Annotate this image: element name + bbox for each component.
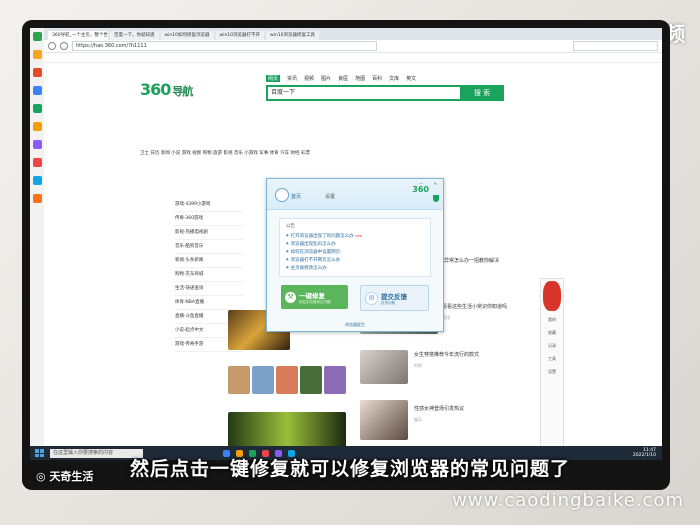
search-tab[interactable]: 英文 [406,75,416,82]
app-icon[interactable] [32,122,42,131]
float-item[interactable]: 记录 [541,339,563,352]
thumbnail-image[interactable] [300,366,322,394]
dialog-footer-link[interactable]: 浏览器医生 [267,322,443,328]
notice-title: 公告 [286,224,295,229]
tab-home[interactable]: 首页 [291,193,301,200]
refresh-icon[interactable] [60,42,68,50]
browser-tab[interactable]: win10如何修复浏览器 [160,31,214,40]
dialog-header: — ✕ 首页 设置 360 [267,179,443,210]
dialog-logo: 360 [412,185,429,194]
news-image[interactable] [360,400,408,440]
app-icon[interactable] [32,86,42,95]
float-item[interactable]: 收藏 [541,326,563,339]
browser-tab[interactable]: win10浏览器打不开 [215,31,265,40]
tab-strip: 360导航_一个主页，整个世界 百度一下，你就知道 win10如何修复浏览器 w… [44,28,662,40]
app-icon[interactable] [32,176,42,185]
browser-tab[interactable]: win10浏览器修复工具 [266,31,320,40]
watermark-bottom-right: www.caodingbaike.com [452,490,684,511]
home-icon[interactable] [275,188,289,202]
list-item[interactable]: 生活·快递查询 [175,282,243,296]
monitor: 360导航_一个主页，整个世界 百度一下，你就知道 win10如何修复浏览器 w… [22,20,670,490]
notice-item[interactable]: 如何在浏览器中设置网页 [286,248,424,256]
back-icon[interactable] [48,42,56,50]
list-item[interactable]: 影视·热播电视剧 [175,226,243,240]
news-list: 性感女神登场引发热议 娱乐 [414,406,554,431]
app-icon[interactable] [32,68,42,77]
search-input[interactable]: 百度一下 [266,85,463,101]
news-image[interactable] [360,350,408,384]
app-icon[interactable] [32,50,42,59]
thumbnail-image[interactable] [252,366,274,394]
app-icon[interactable] [32,32,42,41]
submit-feedback-button[interactable]: ✉ 提交反馈 反馈问题 [360,285,429,311]
browser-tab[interactable]: 百度一下，你就知道 [110,31,159,40]
float-tool-panel: 我的 收藏 记录 工具 设置 [540,278,564,450]
list-item[interactable]: 新闻·头条新闻 [175,254,243,268]
thumbnail-image[interactable] [276,366,298,394]
thumbnail-image[interactable] [228,366,250,394]
browser-doctor-dialog: — ✕ 首页 设置 360 公告 打开浏览器出现了的问题怎么办 new 浏览器出… [266,178,444,332]
list-item[interactable]: 游戏·4399小游戏 [175,198,243,212]
app-icon[interactable] [32,158,42,167]
search-tabs: 网页 资讯 视频 图片 良医 地图 百科 文库 英文 [266,75,416,82]
shield-icon [433,195,439,202]
app-icon[interactable] [32,194,42,203]
news-list: 看看这些生活小常识你知道吗 资讯 [442,304,554,329]
list-item[interactable]: 体育·NBA直播 [175,296,243,310]
notice-item[interactable]: 浏览器出现乱码怎么办 [286,240,424,248]
video-subtitle: 然后点击一键修复就可以修复浏览器的常见问题了 [129,458,570,480]
action-buttons: ⚒ 一键修复 修复浏览器常见问题 ✉ 提交反馈 反馈问题 [267,285,443,311]
list-item[interactable]: 传奇·360游戏 [175,212,243,226]
browser-search-field[interactable] [573,41,658,51]
search-tab[interactable]: 图片 [321,75,331,82]
thumbnail-image[interactable] [324,366,346,394]
news-item[interactable]: 看看这些生活小常识你知道吗 资讯 [442,304,554,321]
notice-item[interactable]: 浏览器打不开网页怎么办 [286,256,424,264]
news-list: 女生穿搭推荐今年流行的款式 时尚 [414,352,554,377]
list-item[interactable]: 音乐·酷狗音乐 [175,240,243,254]
search-button[interactable]: 搜 索 [460,85,504,101]
address-bar: https://hao.360.com/?h1111 [44,40,662,53]
float-item[interactable]: 我的 [541,313,563,326]
news-item[interactable]: 女生穿搭推荐今年流行的款式 时尚 [414,352,554,369]
wrench-icon: ⚒ [285,291,296,303]
search-tab[interactable]: 地图 [355,75,365,82]
app-icon[interactable] [32,104,42,113]
category-nav[interactable]: 卫士 日历 新闻 小说 游戏 视频 购物 旅游 影视 音乐 小游戏 军事 体育 … [140,150,610,158]
bookmark-bar [44,53,662,63]
search-tab[interactable]: 资讯 [287,75,297,82]
red-envelope-icon[interactable] [543,281,561,311]
search-tab[interactable]: 百科 [372,75,382,82]
game-banner-image[interactable] [228,412,346,450]
url-field[interactable]: https://hao.360.com/?h1111 [72,41,377,51]
app-icon[interactable] [32,140,42,149]
search-tab[interactable]: 视频 [304,75,314,82]
close-icon[interactable]: ✕ [434,181,437,186]
search-tab[interactable]: 良医 [338,75,348,82]
one-click-fix-button[interactable]: ⚒ 一键修复 修复浏览器常见问题 [281,285,348,309]
notice-box: 公告 打开浏览器出现了的问题怎么办 new 浏览器出现乱码怎么办 如何在浏览器中… [279,218,431,277]
notice-item[interactable]: 主页被修改怎么办 [286,264,424,272]
notice-item[interactable]: 打开浏览器出现了的问题怎么办 new [286,232,424,240]
feedback-icon: ✉ [365,291,378,305]
news-item[interactable]: 性感女神登场引发热议 娱乐 [414,406,554,423]
browser-tab[interactable]: 360导航_一个主页，整个世界 [48,31,108,40]
float-item[interactable]: 工具 [541,352,563,365]
tab-settings[interactable]: 设置 [325,193,335,200]
search-tab[interactable]: 文库 [389,75,399,82]
float-item[interactable]: 设置 [541,365,563,378]
list-item[interactable]: 购物·京东商城 [175,268,243,282]
site-logo[interactable]: 360 导航 [140,80,193,99]
search-tab[interactable]: 网页 [266,75,281,82]
desktop-sidebar [30,28,45,446]
watermark-bottom-left: ◎ 天奇生活 [36,470,94,483]
screen: 360导航_一个主页，整个世界 百度一下，你就知道 win10如何修复浏览器 w… [30,28,662,460]
